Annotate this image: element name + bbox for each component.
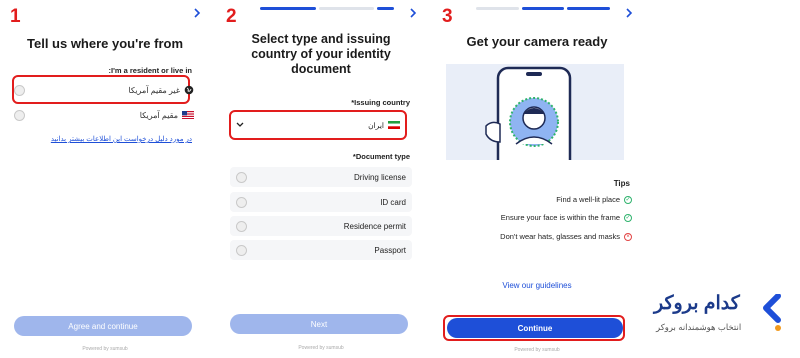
radio-button[interactable] — [236, 196, 247, 208]
country-value: ایران — [368, 120, 384, 130]
cross-icon: × — [624, 232, 632, 241]
panel-residence: 1 Tell us where you're from :I'm a resid… — [2, 0, 208, 358]
radio-button[interactable] — [14, 84, 25, 96]
camera-illustration — [446, 64, 624, 160]
iran-flag-icon — [388, 121, 400, 129]
step-number: 2 — [226, 6, 237, 27]
brand-chevron-icon — [763, 294, 781, 331]
progress-bar — [260, 7, 395, 10]
option-label: غیر مقیم آمریکا — [128, 85, 180, 95]
progress-bar — [476, 7, 611, 10]
tips-title: Tips — [613, 179, 630, 188]
option-us-resident[interactable]: مقیم آمریکا — [14, 104, 194, 126]
page-title: Select type and issuing country of your … — [228, 32, 414, 77]
doc-option-label: Residence permit — [343, 221, 406, 231]
doc-option-label: ID card — [380, 197, 406, 207]
doc-option-passport[interactable]: Passport — [230, 240, 412, 260]
tip-text: Don't wear hats, glasses and masks — [500, 232, 620, 241]
globe-icon — [184, 85, 194, 95]
tip-item: Find a well-lit place ✓ — [556, 195, 632, 204]
page-title: Tell us where you're from — [27, 36, 183, 51]
chevron-right-icon[interactable] — [192, 6, 202, 20]
doc-option-residence-permit[interactable]: Residence permit — [230, 216, 412, 236]
brand-logo-block: کدام بروکر انتخاب هوشمندانه بروکر — [644, 280, 786, 350]
next-button[interactable]: Next — [230, 314, 408, 334]
tip-item: Ensure your face is within the frame ✓ — [501, 213, 632, 222]
issuing-country-label: *Issuing country — [351, 98, 410, 107]
option-non-us-resident[interactable]: غیر مقیم آمریکا — [14, 79, 194, 101]
radio-button[interactable] — [236, 171, 247, 183]
chevron-right-icon[interactable] — [624, 6, 634, 20]
radio-button[interactable] — [14, 109, 25, 121]
why-info-link[interactable]: در مورد دلیل درخواست این اطلاعات بیشتر ب… — [51, 135, 192, 143]
issuing-country-select[interactable]: ایران — [232, 114, 404, 136]
step-number: 3 — [442, 6, 453, 27]
document-type-label: *Document type — [352, 152, 410, 161]
tip-item: Don't wear hats, glasses and masks × — [500, 232, 632, 241]
step-number: 1 — [10, 6, 21, 27]
powered-by: Powered by sumsub — [298, 345, 344, 351]
check-icon: ✓ — [624, 213, 632, 222]
doc-option-label: Driving license — [353, 172, 406, 182]
continue-button[interactable]: Continue — [447, 318, 623, 338]
radio-button[interactable] — [236, 244, 247, 256]
doc-option-id-card[interactable]: ID card — [230, 192, 412, 212]
title-line: country of your identity — [251, 47, 391, 61]
view-guidelines-link[interactable]: View our guidelines — [434, 281, 640, 290]
brand-name: کدام بروکر — [654, 293, 740, 314]
brand-tagline: انتخاب هوشمندانه بروکر — [656, 322, 742, 332]
title-line: document — [291, 62, 351, 76]
panel-document-select: 2 Select type and issuing country of you… — [218, 0, 424, 358]
panel-camera-ready: 3 Get your camera ready Tips Find a well… — [434, 0, 640, 358]
option-label: مقیم آمریکا — [139, 110, 178, 120]
chevron-right-icon[interactable] — [408, 6, 418, 20]
powered-by: Powered by sumsub — [82, 346, 128, 352]
doc-option-driving-license[interactable]: Driving license — [230, 167, 412, 187]
page-title: Get your camera ready — [466, 34, 608, 49]
doc-option-label: Passport — [374, 245, 406, 255]
residence-question: :I'm a resident or live in — [108, 66, 192, 75]
title-line: Select type and issuing — [251, 32, 391, 46]
chevron-down-icon — [236, 122, 244, 127]
agree-continue-button[interactable]: Agree and continue — [14, 316, 192, 336]
powered-by: Powered by sumsub — [514, 347, 560, 353]
tip-text: Find a well-lit place — [556, 195, 620, 204]
check-icon: ✓ — [624, 195, 632, 204]
us-flag-icon — [182, 111, 194, 119]
tip-text: Ensure your face is within the frame — [500, 213, 620, 222]
radio-button[interactable] — [236, 220, 247, 232]
